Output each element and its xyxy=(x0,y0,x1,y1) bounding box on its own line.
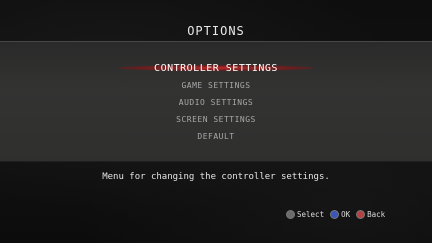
cross-button-icon xyxy=(330,209,340,219)
screen-title: OPTIONS xyxy=(187,24,245,38)
select-prompt[interactable]: Select xyxy=(286,209,325,219)
menu-item-audio-settings[interactable]: AUDIO SETTINGS xyxy=(0,96,432,113)
options-screen: OPTIONS CONTROLLER SETTINGS GAME SETTING… xyxy=(0,0,432,243)
back-prompt[interactable]: Back xyxy=(356,209,386,219)
ok-label: OK xyxy=(341,209,351,219)
menu-item-label: AUDIO SETTINGS xyxy=(178,98,254,107)
menu-item-label: DEFAULT xyxy=(197,132,235,141)
menu-item-default[interactable]: DEFAULT xyxy=(0,130,432,147)
help-description: Menu for changing the controller setting… xyxy=(102,172,330,182)
menu-item-label: SCREEN SETTINGS xyxy=(176,115,256,124)
menu-item-label: CONTROLLER SETTINGS xyxy=(154,63,278,74)
menu-item-label: GAME SETTINGS xyxy=(181,81,251,90)
circle-button-icon xyxy=(356,209,366,219)
menu-item-screen-settings[interactable]: SCREEN SETTINGS xyxy=(0,113,432,130)
menu-item-controller-settings[interactable]: CONTROLLER SETTINGS xyxy=(0,62,432,79)
menu-item-game-settings[interactable]: GAME SETTINGS xyxy=(0,79,432,96)
options-menu: CONTROLLER SETTINGS GAME SETTINGS AUDIO … xyxy=(0,62,432,147)
back-label: Back xyxy=(367,209,386,219)
button-prompts: Select OK Back xyxy=(286,208,385,220)
ok-prompt[interactable]: OK xyxy=(330,209,351,219)
select-label: Select xyxy=(297,209,325,219)
left-stick-icon xyxy=(286,209,295,219)
